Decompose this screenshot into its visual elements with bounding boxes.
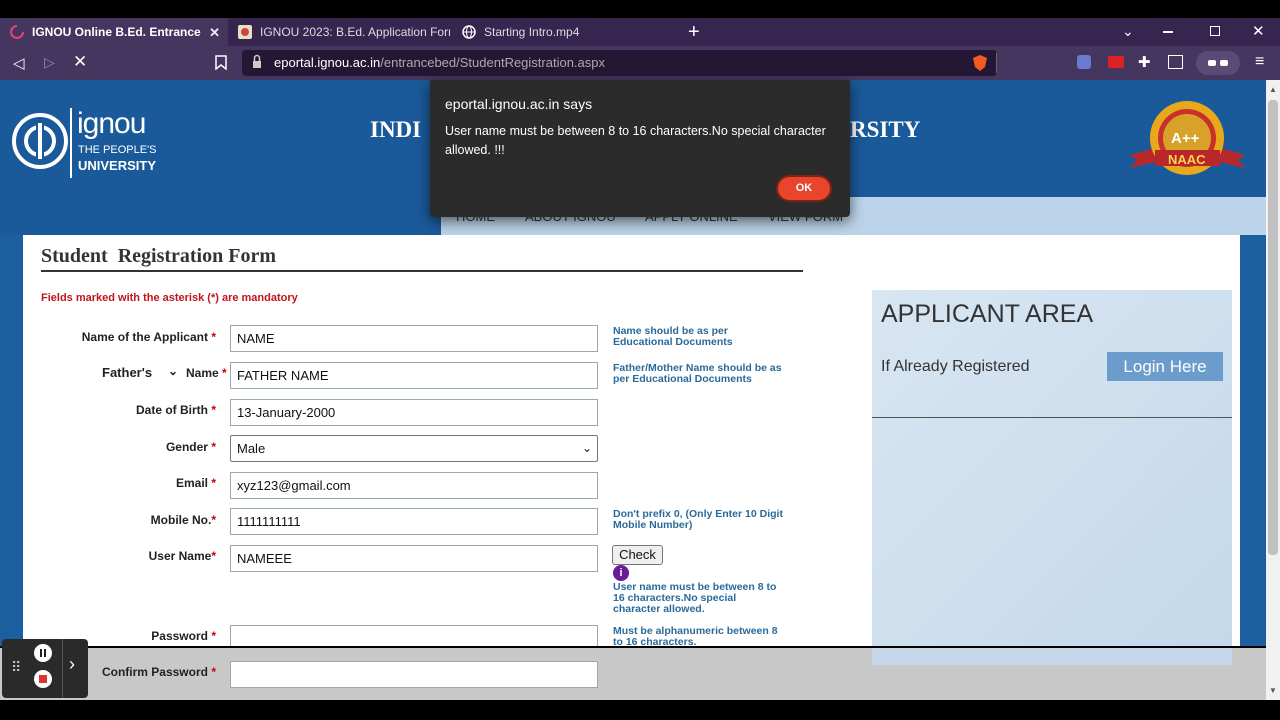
username-label: User Name* [148, 549, 216, 563]
loading-spinner-icon [10, 25, 24, 39]
father-name-input[interactable]: FATHER NAME [230, 362, 598, 389]
tab-search-chevron-icon[interactable]: ⌄ [1122, 23, 1134, 40]
heading-underline [41, 270, 803, 272]
stop-loading-icon[interactable]: ✕ [73, 52, 87, 72]
dob-input[interactable]: 13-January-2000 [230, 399, 598, 426]
dialog-ok-button[interactable]: OK [776, 175, 832, 202]
tab-title: IGNOU Online B.Ed. Entrance Adm [32, 25, 202, 39]
url-path: /entrancebed/StudentRegistration.aspx [380, 55, 606, 70]
check-button[interactable]: Check [612, 545, 663, 565]
chevron-down-icon: ⌄ [168, 364, 179, 378]
chevron-down-icon: ⌄ [581, 441, 592, 455]
father-name-label: Name * [186, 366, 227, 380]
mobile-hint: Don't prefix 0, (Only Enter 10 Digit Mob… [613, 508, 783, 531]
confirm-password-input[interactable] [230, 661, 598, 688]
extension-search-icon[interactable] [1077, 55, 1091, 69]
email-label: Email * [175, 476, 216, 490]
main-content: Student Registration Form Fields marked … [23, 235, 1240, 646]
dialog-origin: eportal.ignou.ac.in says [445, 96, 593, 112]
name-hint: Name should be as per Educational Docume… [613, 325, 733, 348]
brave-shield-icon[interactable] [972, 54, 988, 77]
bookmark-icon[interactable] [215, 55, 227, 75]
widget-divider [62, 639, 63, 698]
applicant-name-input[interactable]: NAME [230, 325, 598, 352]
logo-tagline-2: UNIVERSITY [78, 158, 157, 173]
page-scrollbar[interactable]: ▲ ▼ [1266, 80, 1280, 700]
close-window-icon[interactable]: ✕ [1252, 22, 1265, 40]
tab-starting-intro[interactable]: Starting Intro.mp4 [452, 18, 678, 46]
father-name-hint: Father/Mother Name should be as per Educ… [613, 362, 782, 385]
tab-title: Starting Intro.mp4 [484, 25, 580, 39]
site-title-left: INDI [370, 117, 422, 142]
tab-title: IGNOU 2023: B.Ed. Application Form (S [260, 25, 450, 39]
mandatory-note: Fields marked with the asterisk (*) are … [41, 292, 298, 304]
close-tab-icon[interactable]: ✕ [209, 25, 220, 41]
applicant-panel-bottom [872, 648, 1232, 665]
registered-text: If Already Registered [881, 358, 1030, 375]
pause-icon[interactable] [34, 644, 52, 662]
back-icon[interactable]: ◁ [13, 54, 25, 72]
scroll-down-icon[interactable]: ▼ [1269, 686, 1277, 695]
dob-label: Date of Birth * [135, 403, 216, 417]
menu-icon[interactable]: ≡ [1255, 53, 1264, 71]
dialog-message: User name must be between 8 to 16 charac… [445, 124, 826, 157]
naac-badge-icon: A++ NAAC [1125, 100, 1250, 182]
naac-label: NAAC [1168, 152, 1206, 167]
toolbar: ◁ ▷ ✕ eportal.ignou.ac.in/entrancebed/St… [0, 46, 1280, 80]
tab-ignou-admission[interactable]: IGNOU Online B.Ed. Entrance Adm ✕ [0, 18, 228, 46]
info-icon: i [613, 565, 629, 581]
page-lower-area: Confirm Password * [0, 648, 1266, 700]
stop-recording-icon[interactable] [34, 670, 52, 688]
password-hint: Must be alphanumeric between 8 to 16 cha… [613, 625, 778, 647]
site-title-right: RSITY [850, 117, 921, 142]
relation-select[interactable]: Father's ⌄ [102, 364, 182, 380]
restore-icon[interactable] [1210, 26, 1220, 36]
logo-name: ignou [77, 107, 146, 140]
naac-grade: A++ [1171, 130, 1200, 147]
scrollbar-thumb[interactable] [1268, 100, 1278, 555]
extension-flag-icon[interactable] [1108, 56, 1124, 68]
email-input[interactable]: xyz123@gmail.com [230, 472, 598, 499]
minimize-icon[interactable] [1163, 31, 1173, 33]
extensions-puzzle-icon[interactable]: ✚ [1138, 53, 1151, 71]
chevron-right-icon[interactable]: › [69, 654, 75, 675]
alert-dialog: eportal.ignou.ac.in says User name must … [430, 80, 850, 217]
name-label: Name of the Applicant * [81, 330, 216, 344]
favicon-icon [238, 25, 252, 39]
sidebar-toggle-icon[interactable] [1168, 55, 1183, 69]
logo-divider [70, 108, 72, 178]
globe-icon [462, 25, 476, 39]
login-here-button[interactable]: Login Here [1107, 352, 1223, 381]
tab-bed-application[interactable]: IGNOU 2023: B.Ed. Application Form (S [228, 18, 452, 46]
drag-handle-icon[interactable]: ⠿ [11, 659, 21, 676]
username-hint: User name must be between 8 to 16 charac… [613, 581, 777, 615]
gender-label: Gender * [165, 440, 216, 454]
mobile-label: Mobile No.* [150, 513, 216, 527]
username-input[interactable]: NAMEEE [230, 545, 598, 572]
url-host: eportal.ignou.ac.in [274, 55, 381, 70]
password-input[interactable] [230, 625, 598, 646]
logo-tagline-1: THE PEOPLE'S [78, 144, 157, 156]
mobile-input[interactable]: 1111111111 [230, 508, 598, 535]
forward-icon[interactable]: ▷ [44, 54, 55, 71]
scroll-up-icon[interactable]: ▲ [1269, 85, 1277, 94]
gender-select[interactable]: Male ⌄ [230, 435, 598, 462]
screen-recorder-widget: ⠿ › [2, 639, 88, 698]
panel-divider [872, 417, 1232, 418]
form-heading: Student Registration Form [41, 245, 276, 267]
tab-strip: IGNOU Online B.Ed. Entrance Adm ✕ IGNOU … [0, 18, 1280, 46]
applicant-area-title: APPLICANT AREA [881, 300, 1094, 328]
profile-icon[interactable] [1196, 51, 1240, 75]
ignou-logo-icon [12, 113, 72, 178]
address-bar[interactable]: eportal.ignou.ac.in/entrancebed/StudentR… [242, 50, 997, 76]
applicant-area-panel: APPLICANT AREA If Already Registered Log… [872, 290, 1232, 646]
new-tab-icon[interactable]: + [688, 21, 700, 44]
